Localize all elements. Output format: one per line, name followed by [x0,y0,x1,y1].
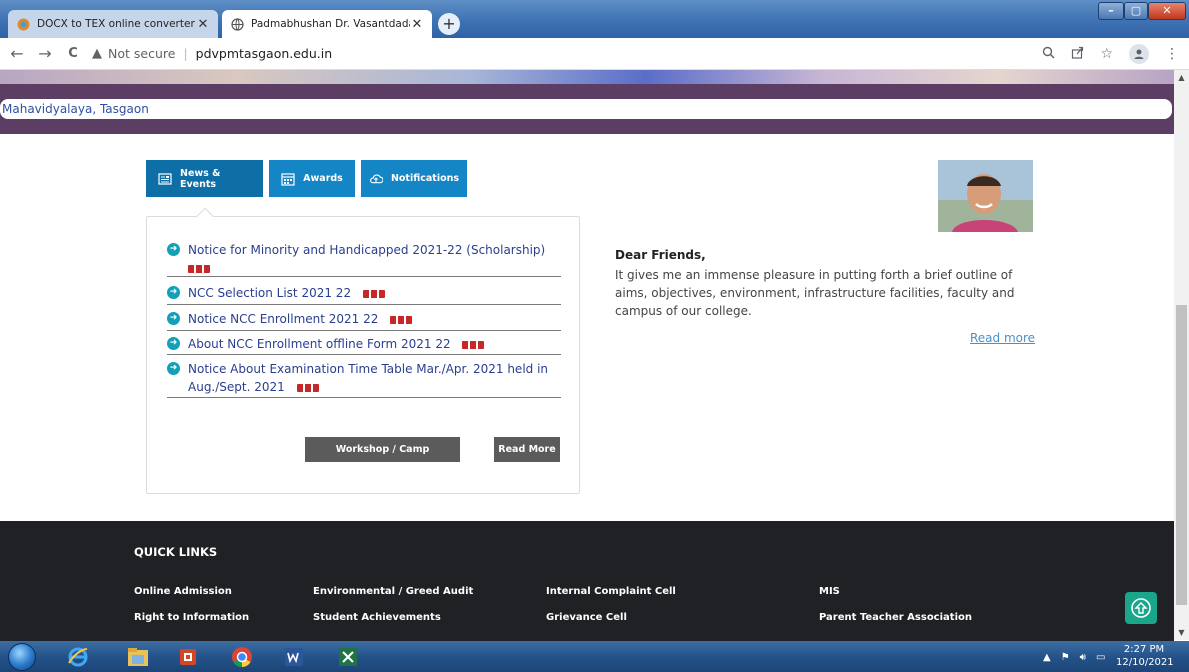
tab-notifications[interactable]: Notifications [361,160,467,197]
read-more-button[interactable]: Read More [494,437,560,462]
menu-kebab-icon[interactable]: ⋮ [1165,46,1179,62]
news-item[interactable]: ➜ Notice About Examination Time Table Ma… [167,360,561,398]
cloud-icon [369,172,383,186]
volume-icon[interactable]: 🔊︎ [1080,652,1086,663]
footer-link-right-to-information[interactable]: Right to Information [134,612,249,623]
security-status: Not secure [108,46,176,61]
workshop-registration-button[interactable]: Workshop / Camp Registration [305,437,460,480]
page-scrollbar[interactable]: ▲ ▼ [1174,70,1189,640]
footer-link-environmental-audit[interactable]: Environmental / Greed Audit [313,586,473,597]
address-bar: ← → C ▲ Not secure | pdvpmtasgaon.edu.in… [0,38,1189,70]
news-link[interactable]: NCC Selection List 2021 22 [188,286,351,300]
office-taskbar-icon[interactable] [166,643,210,671]
converter-favicon-icon [16,17,30,31]
close-tab-icon[interactable]: ✕ [196,17,210,32]
footer-link-online-admission[interactable]: Online Admission [134,586,232,597]
footer-link-parent-teacher-association[interactable]: Parent Teacher Association [819,612,972,623]
tab-title: Padmabhushan Dr. Vasantdada P [251,18,410,30]
tab-label: Notifications [390,173,460,184]
footer-link-internal-complaint-cell[interactable]: Internal Complaint Cell [546,586,676,597]
arrow-circle-icon: ➜ [167,362,180,375]
arrow-circle-icon: ➜ [167,243,180,256]
tab-title: DOCX to TEX online converter - ( [37,18,196,30]
bookmark-star-icon[interactable]: ☆ [1100,46,1113,62]
browser-tab-college[interactable]: Padmabhushan Dr. Vasantdada P ✕ [222,10,432,38]
greeting-title: Dear Friends, [615,248,706,262]
news-tabs: News & Events Awards Notifications [146,160,467,197]
tab-label: Awards [303,173,343,184]
close-window-button[interactable]: ✕ [1148,2,1186,20]
browser-tab-docx-converter[interactable]: DOCX to TEX online converter - ( ✕ [8,10,218,38]
network-icon[interactable]: ▭ [1096,652,1105,663]
chrome-taskbar-icon[interactable] [220,643,264,671]
maximize-button[interactable]: ▢ [1124,2,1148,20]
url-text: pdvpmtasgaon.edu.in [195,46,333,61]
back-button[interactable]: ← [6,44,28,63]
new-tab-button[interactable]: + [438,13,460,35]
new-badge-icon [462,340,485,349]
new-badge-icon [390,315,413,324]
url-field[interactable]: ▲ Not secure | pdvpmtasgaon.edu.in [92,46,332,61]
internet-explorer-taskbar-icon[interactable] [56,643,100,671]
globe-icon [230,17,244,31]
footer-link-student-achievements[interactable]: Student Achievements [313,612,441,623]
profile-icon[interactable] [1129,44,1149,64]
clock-time: 2:27 PM [1123,644,1165,655]
arrow-circle-icon: ➜ [167,312,180,325]
scroll-down-arrow-icon[interactable]: ▼ [1174,625,1189,640]
system-tray: ▲ ⚑ 🔊︎ ▭ [1043,644,1105,670]
scroll-to-top-button[interactable] [1125,592,1157,624]
url-separator: | [183,46,188,61]
new-badge-icon [296,383,319,392]
read-more-link[interactable]: Read more [970,331,1035,345]
newspaper-icon [158,172,172,186]
start-button[interactable] [8,643,36,671]
scroll-up-arrow-icon[interactable]: ▲ [1174,70,1189,85]
taskbar-clock[interactable]: 2:27 PM 12/10/2021 [1116,643,1174,669]
tab-awards[interactable]: Awards [269,160,355,197]
toolbar-icons: ☆ ⋮ [1042,38,1179,70]
quick-links-title: QUICK LINKS [134,545,218,559]
news-link[interactable]: Notice for Minority and Handicapped 2021… [188,243,545,257]
clock-date: 12/10/2021 [1116,657,1174,668]
new-badge-icon [188,264,210,273]
principal-photo [938,160,1033,232]
news-link[interactable]: Notice About Examination Time Table Mar.… [188,362,548,394]
tab-news-events[interactable]: News & Events [146,160,263,197]
news-item[interactable]: ➜ NCC Selection List 2021 22 [167,284,561,305]
excel-taskbar-icon[interactable] [326,643,370,671]
forward-button[interactable]: → [34,44,56,63]
news-item[interactable]: ➜ Notice NCC Enrollment 2021 22 [167,310,561,331]
scrollbar-thumb[interactable] [1176,305,1187,605]
file-explorer-taskbar-icon[interactable] [116,643,160,671]
news-item[interactable]: ➜ Notice for Minority and Handicapped 20… [167,241,561,277]
news-item[interactable]: ➜ About NCC Enrollment offline Form 2021… [167,335,561,355]
minimize-button[interactable]: – [1098,2,1124,20]
scrolling-marquee: Mahavidyalaya, Tasgaon [0,99,1172,119]
news-link[interactable]: Notice NCC Enrollment 2021 22 [188,312,378,326]
panel-caret [196,207,214,225]
close-tab-icon[interactable]: ✕ [410,17,424,32]
word-taskbar-icon[interactable] [272,643,316,671]
zoom-icon[interactable] [1042,46,1055,63]
share-icon[interactable] [1071,46,1084,63]
tray-expand-icon[interactable]: ▲ [1043,652,1051,663]
footer [0,521,1174,641]
arrow-up-circle-icon [1131,598,1151,618]
calendar-icon [281,172,295,186]
tab-label: News & Events [180,167,221,190]
arrow-circle-icon: ➜ [167,337,180,350]
header-banner-image [0,70,1174,84]
action-center-flag-icon[interactable]: ⚑ [1061,652,1070,663]
arrow-circle-icon: ➜ [167,286,180,299]
warning-icon: ▲ [92,46,102,61]
news-link[interactable]: About NCC Enrollment offline Form 2021 2… [188,337,451,351]
footer-link-grievance-cell[interactable]: Grievance Cell [546,612,627,623]
new-badge-icon [362,289,385,298]
greeting-body: It gives me an immense pleasure in putti… [615,268,1015,318]
footer-link-mis[interactable]: MIS [819,586,840,597]
reload-button[interactable]: C [62,46,84,61]
